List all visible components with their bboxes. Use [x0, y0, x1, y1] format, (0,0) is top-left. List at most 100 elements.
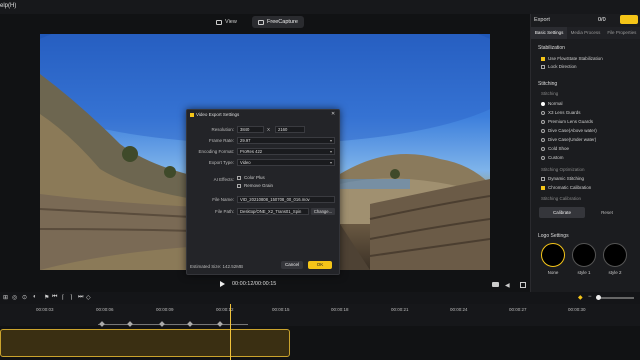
tick-label: 00:00:06 [96, 307, 114, 312]
timeline-clip[interactable] [0, 329, 290, 357]
color-plus-checkbox[interactable]: Color Plus [237, 175, 265, 180]
mark-in-icon[interactable]: ⌈ [62, 294, 64, 301]
option-label: Dynamic Stitching [548, 176, 585, 181]
tick-label: 00:00:18 [331, 307, 349, 312]
logo-option-style-1[interactable] [572, 243, 596, 267]
remove-grain-checkbox[interactable]: Remove Grain [237, 183, 273, 188]
radio-icon [541, 128, 545, 133]
tab-view[interactable]: View [216, 17, 237, 27]
half-moon-icon[interactable]: ◐ [33, 294, 37, 300]
target-icon[interactable]: ◎ [12, 294, 17, 301]
chevron-down-icon: ▾ [329, 149, 332, 154]
encoding-value: ProRes 422 [240, 149, 263, 154]
keyframe-icon[interactable]: ◇ [86, 294, 91, 301]
option-label: Use FlowState Stabilization [548, 56, 603, 61]
logo-option-style-2[interactable] [603, 243, 627, 267]
flag-icon[interactable]: ⚑ [44, 294, 49, 301]
stitch-radio-normal[interactable]: Normal [541, 101, 563, 106]
timeline-toolbar [0, 292, 640, 304]
stabilization-title: Stabilization [538, 45, 565, 51]
stitch-radio-custom[interactable]: Custom [541, 155, 564, 160]
export-type-select[interactable]: Video ▾ [237, 159, 335, 166]
tick-label: 00:00:09 [156, 307, 174, 312]
stitch-radio-x3[interactable]: X3 Lens Guards [541, 110, 581, 115]
file-name-label: File Name: [212, 197, 234, 202]
stitch-radio-dive-under[interactable]: Dive Case(Under water) [541, 137, 596, 142]
tick-label: 00:00:21 [391, 307, 409, 312]
logo-settings-title: Logo Settings [538, 233, 569, 239]
zoom-slider[interactable] [598, 297, 634, 299]
menu-help[interactable]: elp(H) [0, 3, 16, 9]
resolution-height-field[interactable]: 2160 [275, 126, 305, 133]
tab-freecapture-label: FreeCapture [267, 19, 298, 25]
option-label: Cold Shoe [548, 146, 570, 151]
logo-option-none[interactable] [541, 243, 565, 267]
file-path-label: File Path: [214, 209, 234, 214]
lock-direction-checkbox[interactable]: Lock Direction [541, 64, 577, 69]
export-count: 0/0 [598, 17, 606, 23]
title-bar: elp(H) [0, 0, 640, 14]
change-path-button[interactable]: Change... [311, 208, 335, 215]
close-icon[interactable]: ✕ [331, 111, 335, 117]
chevron-down-icon: ▾ [329, 138, 332, 143]
play-button[interactable] [220, 281, 225, 287]
flowstate-checkbox[interactable]: Use FlowState Stabilization [541, 56, 603, 61]
stitching-calibration-title: Stitching Calibration [541, 196, 582, 201]
option-label: Normal [548, 101, 563, 106]
skip-back-icon[interactable]: ⏮ [52, 294, 57, 301]
option-label: Dive Case(Above water) [548, 128, 597, 133]
dynamic-stitching-checkbox[interactable]: Dynamic Stitching [541, 176, 584, 181]
resolution-label: Resolution: [211, 127, 234, 132]
frame-rate-select[interactable]: 29.97 ▾ [237, 137, 335, 144]
stitch-radio-cold-shoe[interactable]: Cold Shoe [541, 146, 569, 151]
tab-view-label: View [225, 19, 237, 25]
skip-forward-icon[interactable]: ⏭ [78, 294, 83, 301]
tab-media-process[interactable]: Media Process [567, 27, 603, 39]
tab-file-properties[interactable]: File Properties [604, 27, 640, 39]
audio-icon[interactable]: ◆ [578, 294, 583, 301]
mark-out-icon[interactable]: ⌉ [70, 294, 72, 301]
panel-tabs: Basic Settings Media Process File Proper… [531, 27, 640, 39]
reset-button[interactable]: Reset [587, 207, 627, 218]
resolution-width-field[interactable]: 3840 [237, 126, 264, 133]
snapshot-icon[interactable] [492, 282, 499, 287]
option-label: X3 Lens Guards [548, 110, 581, 115]
checkbox-icon [541, 56, 545, 61]
frame-rate-label: Frame Rate: [208, 138, 234, 143]
encoding-select[interactable]: ProRes 422 ▾ [237, 148, 335, 155]
file-name-field[interactable]: VID_20210808_150708_00_016.mov [237, 196, 335, 203]
tab-freecapture[interactable]: FreeCapture [252, 16, 304, 28]
export-type-value: Video [240, 160, 251, 165]
tick-label: 00:00:15 [272, 307, 290, 312]
stitch-radio-dive-above[interactable]: Dive Case(Above water) [541, 128, 597, 133]
tab-basic-settings[interactable]: Basic Settings [531, 27, 568, 39]
checkbox-icon [541, 185, 545, 190]
volume-icon[interactable]: ◀ [505, 282, 510, 289]
radio-icon [541, 119, 545, 124]
chromatic-calibration-checkbox[interactable]: Chromatic Calibration [541, 185, 591, 190]
ai-effects-label: AI Effects: [213, 177, 234, 182]
export-type-label: Export Type: [208, 160, 234, 165]
playhead[interactable] [230, 304, 231, 360]
stitching-optimization-title: Stitching Optimization [541, 167, 585, 172]
estimated-size: Estimated Size: 142.52MB [190, 264, 244, 269]
fullscreen-icon[interactable] [520, 282, 526, 288]
app-icon [190, 113, 194, 117]
file-path-field[interactable]: Desktop/ONE_X2_Trans01_Spin [237, 208, 309, 215]
reset-view-icon[interactable]: ⊙ [22, 294, 27, 301]
freecapture-icon [258, 19, 264, 25]
cancel-button[interactable]: Cancel [281, 261, 303, 269]
radio-icon [541, 137, 545, 142]
stitch-radio-premium[interactable]: Premium Lens Guards [541, 119, 593, 124]
option-label: Remove Grain [244, 183, 274, 188]
zoom-out-icon[interactable]: − [588, 294, 592, 300]
checkbox-icon [541, 64, 545, 69]
export-button[interactable] [620, 15, 638, 24]
zoom-slider-knob[interactable] [596, 295, 601, 300]
ok-button[interactable]: OK [308, 261, 332, 269]
dialog-title: Video Export Settings [196, 112, 240, 117]
option-label: Custom [548, 155, 564, 160]
calibrate-button[interactable]: Calibrate [539, 207, 585, 218]
radio-icon [541, 101, 545, 106]
fit-icon[interactable]: ⊞ [3, 294, 8, 301]
